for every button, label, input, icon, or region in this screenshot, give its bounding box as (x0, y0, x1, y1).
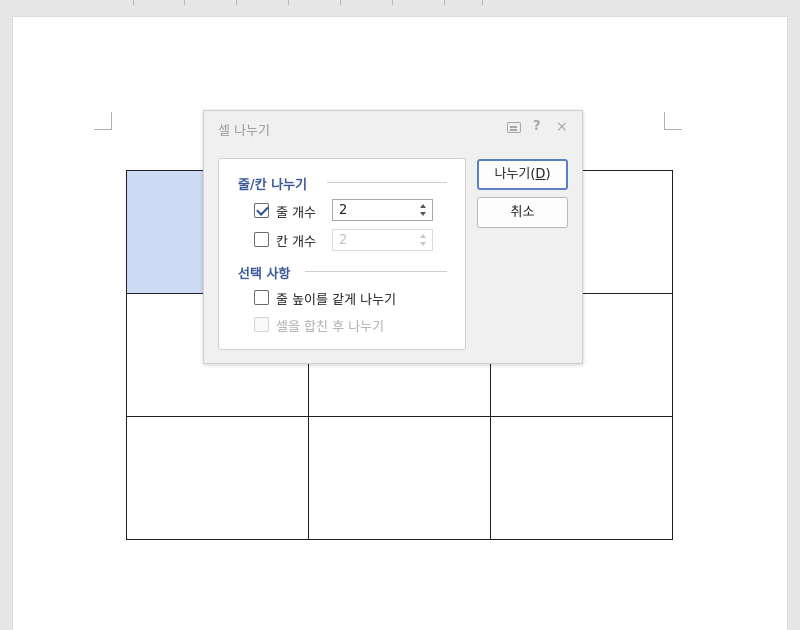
margin-corner-top-left (94, 112, 112, 130)
top-ruler (0, 0, 800, 8)
ruler-tick (288, 0, 289, 5)
spin-down-icon[interactable] (420, 212, 426, 216)
comment-icon[interactable] (507, 122, 521, 133)
ruler-tick (444, 0, 445, 5)
dialog-titlebar[interactable]: 셀 나누기 ? × (204, 111, 582, 144)
split-cell-dialog: 셀 나누기 ? × 줄/칸 나누기 줄 개수 칸 개수 선택 사항 (203, 110, 583, 364)
section-title-options: 선택 사항 (238, 267, 291, 282)
ruler-tick (236, 0, 237, 5)
split-button-label-close: ) (545, 167, 551, 182)
cols-label: 칸 개수 (276, 235, 317, 250)
ruler-tick (482, 0, 483, 5)
table-cell[interactable] (126, 416, 309, 540)
rows-label: 줄 개수 (276, 206, 317, 221)
dialog-title: 셀 나누기 (218, 124, 270, 139)
rows-stepper[interactable] (332, 199, 433, 221)
ruler-tick (184, 0, 185, 5)
section-divider (305, 271, 447, 272)
spin-up-icon[interactable] (420, 204, 426, 208)
cols-stepper-arrows (415, 230, 432, 250)
margin-corner-top-right (664, 112, 682, 130)
table-row (126, 416, 673, 540)
equal-height-checkbox[interactable] (254, 290, 269, 305)
equal-height-label: 줄 높이를 같게 나누기 (276, 293, 397, 308)
merge-split-label: 셀을 합친 후 나누기 (276, 320, 385, 335)
section-divider (327, 182, 447, 183)
spin-up-icon[interactable] (420, 234, 426, 238)
table-cell[interactable] (490, 416, 673, 540)
ruler-tick (392, 0, 393, 5)
spin-down-icon[interactable] (420, 242, 426, 246)
cols-checkbox[interactable] (254, 232, 269, 247)
cancel-button[interactable]: 취소 (477, 197, 568, 228)
merge-split-checkbox[interactable] (254, 317, 269, 332)
cols-stepper[interactable] (332, 229, 433, 251)
rows-stepper-arrows (415, 200, 432, 220)
close-icon[interactable]: × (556, 119, 568, 135)
help-icon[interactable]: ? (533, 119, 541, 135)
split-button[interactable]: 나누기(D) (477, 159, 568, 190)
ruler-tick (133, 0, 134, 5)
rows-checkbox[interactable] (254, 203, 269, 218)
table-cell[interactable] (308, 416, 491, 540)
ruler-tick (340, 0, 341, 5)
section-title-split: 줄/칸 나누기 (238, 178, 308, 193)
options-group: 줄/칸 나누기 줄 개수 칸 개수 선택 사항 줄 높이를 같게 나누기 셀을 … (218, 158, 466, 350)
cols-count-input[interactable] (333, 230, 415, 250)
split-button-accelerator: D (535, 167, 546, 182)
rows-count-input[interactable] (333, 200, 415, 220)
split-button-label: 나누기( (494, 167, 536, 182)
